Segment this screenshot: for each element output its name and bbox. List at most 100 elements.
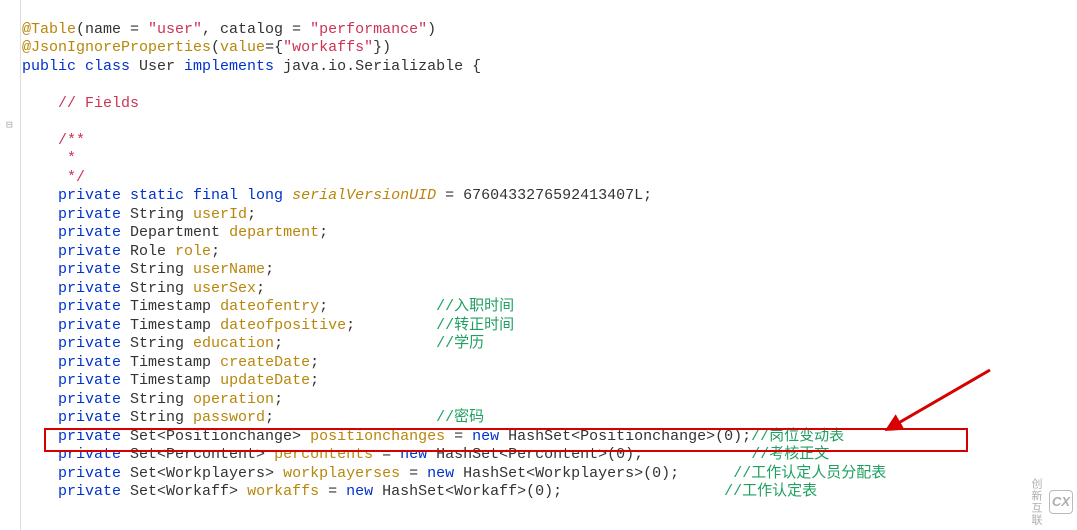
code-token: = [400,465,427,482]
code-token: ; [265,409,274,426]
code-token: String [121,335,193,352]
code-token: userName [193,261,265,278]
code-token: implements [184,58,283,75]
code-token: ; [310,372,319,389]
code-token: ; [310,354,319,371]
code-token: @JsonIgnoreProperties [22,39,211,56]
code-token: department [229,224,319,241]
code-token: private [58,372,121,389]
code-token: Timestamp [121,354,220,371]
code-token: Role [121,243,175,260]
code-token: ; [256,280,265,297]
code-token: private [58,354,121,371]
code-token: ={ [265,39,283,56]
code-token: ; [319,298,328,315]
code-token: education [193,335,274,352]
code-token: String [121,206,193,223]
code-comment: //岗位变动表 [751,428,844,445]
code-token: @Table [22,21,76,38]
code-token: dateofpositive [220,317,346,334]
code-token: new [400,446,427,463]
code-comment: /** [58,132,85,149]
code-token: value [220,39,265,56]
code-token: private [58,465,121,482]
code-token: = [319,483,346,500]
code-token: Set<Workplayers> [121,465,283,482]
code-token: userId [193,206,247,223]
code-area: @Table(name = "user", catalog = "perform… [22,2,886,502]
code-token: userSex [193,280,256,297]
code-comment: //学历 [436,335,484,352]
code-token: public class [22,58,139,75]
code-token: Timestamp [121,298,220,315]
code-comment: */ [58,169,85,186]
code-token: Department [121,224,229,241]
code-comment: //入职时间 [436,298,514,315]
code-token: ; [319,224,328,241]
code-token: private [58,298,121,315]
code-token: String [121,280,193,297]
code-token: private [58,243,121,260]
code-token: workaffs [247,483,319,500]
code-token: ; [211,243,220,260]
code-token: Set<Percontent> [121,446,274,463]
code-token: percontents [274,446,373,463]
code-token: private static final long [58,187,292,204]
code-comment: //工作认定表 [724,483,817,500]
code-token: , catalog = [202,21,310,38]
code-comment: //工作认定人员分配表 [733,465,886,482]
code-token: Timestamp [121,317,220,334]
fold-mark-icon: ⊟ [6,117,13,136]
code-token: = [445,428,472,445]
code-token: private [58,483,121,500]
code-token: = 6760433276592413407L; [436,187,652,204]
code-token: private [58,317,121,334]
code-token: "user" [148,21,202,38]
code-token: HashSet<Positionchange>(0); [499,428,751,445]
code-token: ; [247,206,256,223]
code-token: }) [373,39,391,56]
code-token: ; [274,391,283,408]
code-comment: //转正时间 [436,317,514,334]
code-token: operation [193,391,274,408]
code-token: Set<Positionchange> [121,428,310,445]
code-token: private [58,261,121,278]
code-token: dateofentry [220,298,319,315]
code-token: "workaffs" [283,39,373,56]
code-token: password [193,409,265,426]
code-token: private [58,428,121,445]
code-token: HashSet<Workaff>(0); [373,483,562,500]
editor-gutter: ⊟ [0,0,21,530]
code-token: ; [265,261,274,278]
watermark: 创新互联 CX [1027,478,1074,526]
code-token: Set<Workaff> [121,483,247,500]
code-token: "performance" [310,21,427,38]
code-token: new [472,428,499,445]
code-token: String [121,391,193,408]
code-token: private [58,224,121,241]
code-token: workplayerses [283,465,400,482]
code-comment: //考核正文 [751,446,829,463]
code-token: private [58,409,121,426]
code-token: new [346,483,373,500]
code-token: Timestamp [121,372,220,389]
watermark-text: 创新互联 [1027,478,1046,526]
code-token: HashSet<Percontent>(0); [427,446,643,463]
code-token: private [58,335,121,352]
code-token: private [58,446,121,463]
code-token: serialVersionUID [292,187,436,204]
annotation-arrow-icon [880,365,1000,435]
code-token: new [427,465,454,482]
code-token: ; [346,317,355,334]
code-comment: * [58,150,76,167]
code-token: updateDate [220,372,310,389]
code-token: ) [427,21,436,38]
code-token: java.io.Serializable { [283,58,481,75]
code-token: private [58,280,121,297]
code-token: role [175,243,211,260]
code-token: private [58,206,121,223]
watermark-logo-icon: CX [1049,490,1073,514]
code-token: User [139,58,184,75]
code-token: String [121,261,193,278]
code-token: createDate [220,354,310,371]
